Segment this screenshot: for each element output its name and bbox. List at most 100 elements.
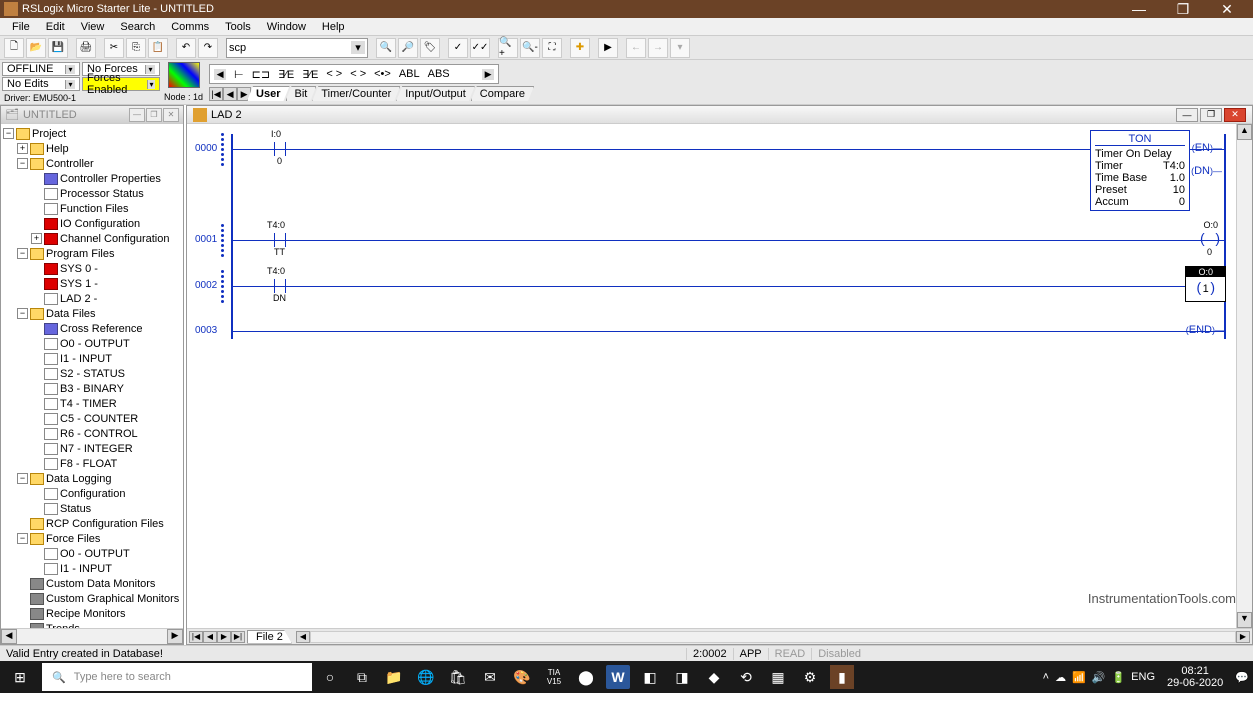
- tree-func-files[interactable]: Function Files: [60, 203, 128, 215]
- app4-icon[interactable]: ▦: [766, 665, 790, 689]
- rung-edit-zone-0[interactable]: [221, 133, 224, 166]
- instr-branch-icon[interactable]: ⊏⊐: [252, 68, 270, 81]
- ton-instruction[interactable]: TON Timer On Delay TimerT4:0 Time Base1.…: [1090, 130, 1190, 211]
- tree-ctrl-props[interactable]: Controller Properties: [60, 173, 161, 185]
- instr-abs-icon[interactable]: ABS: [428, 68, 450, 80]
- mode-box[interactable]: OFFLINE▾: [2, 62, 80, 76]
- new-button[interactable]: 🗋: [4, 38, 24, 58]
- tree-data-files[interactable]: Data Files: [46, 308, 96, 320]
- tree-c5[interactable]: C5 - COUNTER: [60, 413, 138, 425]
- tree-rcp[interactable]: RCP Configuration Files: [46, 518, 164, 530]
- tree-close-button[interactable]: ✕: [163, 108, 179, 122]
- paste-button[interactable]: 📋: [148, 38, 168, 58]
- tree-s2[interactable]: S2 - STATUS: [60, 368, 125, 380]
- filetab-prev[interactable]: ◀: [203, 631, 217, 643]
- tree-proc-status[interactable]: Processor Status: [60, 188, 144, 200]
- menu-help[interactable]: Help: [314, 21, 353, 33]
- nav-back-button[interactable]: ←: [626, 38, 646, 58]
- rung-3[interactable]: [231, 331, 1226, 332]
- tree-program-files[interactable]: Program Files: [46, 248, 114, 260]
- filetab-last[interactable]: ▶|: [231, 631, 245, 643]
- tree-r6[interactable]: R6 - CONTROL: [60, 428, 138, 440]
- rung-0[interactable]: [231, 149, 1226, 150]
- edge-icon[interactable]: 🌐: [414, 665, 438, 689]
- rslogix-icon[interactable]: ▮: [830, 665, 854, 689]
- search-input[interactable]: [229, 42, 349, 54]
- cut-button[interactable]: ✂: [104, 38, 124, 58]
- instr-xic-icon[interactable]: ∃⁄E: [278, 68, 294, 81]
- app1-icon[interactable]: ◧: [638, 665, 662, 689]
- mail-icon[interactable]: ✉: [478, 665, 502, 689]
- edits-box[interactable]: No Edits▾: [2, 77, 80, 91]
- rung-edit-zone-2[interactable]: [221, 270, 224, 303]
- hscroll-track[interactable]: [310, 631, 1236, 643]
- ladder-editor[interactable]: 0000 I:0 0 TON Timer On Delay TimerT4:0 …: [187, 124, 1252, 628]
- rung1-xic[interactable]: [272, 233, 288, 247]
- tree-project[interactable]: Project: [32, 128, 66, 140]
- tree-ff-o0[interactable]: O0 - OUTPUT: [60, 548, 130, 560]
- rung0-xic[interactable]: [272, 142, 288, 156]
- minimize-button[interactable]: —: [1117, 0, 1161, 18]
- save-button[interactable]: 💾: [48, 38, 68, 58]
- vscroll-down[interactable]: ▼: [1237, 612, 1252, 628]
- tree-xref[interactable]: Cross Reference: [60, 323, 143, 335]
- tree-help[interactable]: Help: [46, 143, 69, 155]
- word-icon[interactable]: W: [606, 665, 630, 689]
- tree-controller[interactable]: Controller: [46, 158, 94, 170]
- search-dropdown-icon[interactable]: ▾: [351, 41, 365, 54]
- rung1-ote[interactable]: [1200, 233, 1220, 247]
- play-button[interactable]: ▶: [598, 38, 618, 58]
- vscroll-up[interactable]: ▲: [1237, 124, 1252, 140]
- tab-input-output[interactable]: Input/Output: [396, 86, 475, 101]
- tree-dl-config[interactable]: Configuration: [60, 488, 125, 500]
- cortana-icon[interactable]: ○: [318, 665, 342, 689]
- hscroll-left[interactable]: ◀: [296, 631, 310, 643]
- tab-nav-prev[interactable]: ◀: [223, 87, 237, 101]
- ladder-close-button[interactable]: ✕: [1224, 108, 1246, 122]
- rung-number-0[interactable]: 0000: [195, 143, 217, 154]
- zoomout-button[interactable]: 🔍-: [520, 38, 540, 58]
- instr-rung-icon[interactable]: ⊢: [234, 68, 244, 81]
- nav-dd-button[interactable]: ▾: [670, 38, 690, 58]
- search-combo[interactable]: ▾: [226, 38, 368, 58]
- filetab-next[interactable]: ▶: [217, 631, 231, 643]
- tree-min-button[interactable]: —: [129, 108, 145, 122]
- taskview-icon[interactable]: ⧉: [350, 665, 374, 689]
- rung-number-1[interactable]: 0001: [195, 234, 217, 245]
- hscroll-right[interactable]: ▶: [1236, 631, 1250, 643]
- ladder-vscroll[interactable]: ▲ ▼: [1236, 124, 1252, 628]
- close-button[interactable]: ✕: [1205, 0, 1249, 18]
- verify-project-button[interactable]: ✓✓: [470, 38, 490, 58]
- instr-xio-icon[interactable]: ∃⁄E: [302, 68, 318, 81]
- menu-search[interactable]: Search: [112, 21, 163, 33]
- tray-wifi-icon[interactable]: 📶: [1072, 671, 1086, 684]
- instr-otl-icon[interactable]: < >: [350, 68, 366, 80]
- tab-timer-counter[interactable]: Timer/Counter: [312, 86, 400, 101]
- zoomin-button[interactable]: 🔍+: [498, 38, 518, 58]
- menu-comms[interactable]: Comms: [163, 21, 217, 33]
- tree-io-config[interactable]: IO Configuration: [60, 218, 140, 230]
- open-button[interactable]: 📂: [26, 38, 46, 58]
- rung-1[interactable]: [231, 240, 1226, 241]
- fit-button[interactable]: ⛶: [542, 38, 562, 58]
- tray-lang[interactable]: ENG: [1131, 671, 1155, 683]
- tree-sys1[interactable]: SYS 1 -: [60, 278, 98, 290]
- tree-scroll-left[interactable]: ◀: [1, 629, 17, 644]
- comms-icon[interactable]: [168, 62, 200, 88]
- menu-window[interactable]: Window: [259, 21, 314, 33]
- menu-tools[interactable]: Tools: [217, 21, 259, 33]
- undo-button[interactable]: ↶: [176, 38, 196, 58]
- tree-n7[interactable]: N7 - INTEGER: [60, 443, 133, 455]
- tree-scroll-right[interactable]: ▶: [167, 629, 183, 644]
- tree-max-button[interactable]: ❐: [146, 108, 162, 122]
- tree-t4[interactable]: T4 - TIMER: [60, 398, 117, 410]
- tree-chan-config[interactable]: Channel Configuration: [60, 233, 169, 245]
- chrome-icon[interactable]: ⬤: [574, 665, 598, 689]
- tree-dl-status[interactable]: Status: [60, 503, 91, 515]
- goto-button[interactable]: 🏷: [420, 38, 440, 58]
- tray-chevron-icon[interactable]: ˄: [1043, 671, 1049, 683]
- tray-battery-icon[interactable]: 🔋: [1111, 671, 1125, 684]
- redo-button[interactable]: ↷: [198, 38, 218, 58]
- rung2-xic[interactable]: [272, 279, 288, 293]
- rung-number-3[interactable]: 0003: [195, 325, 217, 336]
